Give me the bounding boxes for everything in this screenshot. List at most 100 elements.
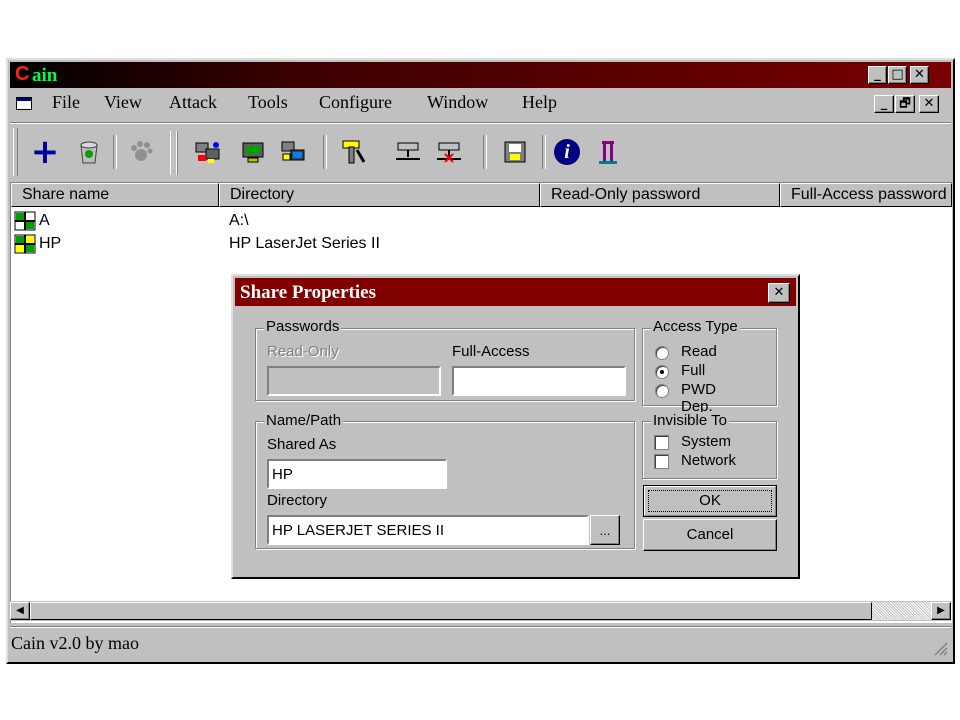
mdi-minimize-button[interactable]: _: [874, 95, 894, 113]
directory-label: Directory: [267, 492, 328, 509]
full-access-label: Full-Access: [452, 343, 530, 360]
info-icon: i: [554, 139, 580, 165]
column-header-full-access-password[interactable]: Full-Access password: [780, 183, 952, 207]
arrow-right-icon: ▶: [937, 605, 945, 616]
close-icon: ✕: [773, 285, 785, 300]
access-type-group-title: Access Type: [651, 318, 740, 335]
resize-grip-icon[interactable]: [932, 640, 948, 656]
computer-icon: [242, 142, 264, 163]
minimize-button[interactable]: _: [868, 66, 887, 84]
ok-button[interactable]: OK: [643, 485, 777, 517]
cancel-label: Cancel: [686, 526, 734, 543]
access-pwd-dep-label: PWD Dep.: [681, 381, 716, 415]
toolbar: + i: [10, 122, 951, 183]
read-only-password-field[interactable]: [267, 366, 441, 396]
export-button[interactable]: [500, 137, 530, 167]
access-read-label: Read: [681, 343, 717, 360]
menu-attack[interactable]: Attack: [169, 92, 217, 113]
cancel-button[interactable]: Cancel: [643, 519, 777, 551]
invisible-system-label: System: [681, 433, 732, 450]
horizontal-scrollbar[interactable]: ◀ ▶: [10, 601, 951, 621]
toolbar-grip: [13, 128, 18, 176]
close-button[interactable]: ✕: [910, 66, 929, 84]
name-path-group-title: Name/Path: [264, 412, 344, 429]
menu-window[interactable]: Window: [427, 92, 488, 113]
dialog-close-button[interactable]: ✕: [768, 283, 790, 303]
document-icon[interactable]: [16, 97, 32, 110]
scroll-left-button[interactable]: ◀: [10, 602, 30, 620]
access-full-label: Full: [681, 362, 706, 379]
close-icon: ✕: [914, 67, 925, 82]
full-access-password-field[interactable]: [452, 366, 626, 396]
dialog-title: Share Properties: [240, 282, 376, 303]
invisible-to-group-title: Invisible To: [651, 412, 729, 429]
about-button[interactable]: i: [552, 137, 582, 167]
network-computers-icon: [195, 142, 220, 163]
floppy-icon: [504, 141, 526, 163]
column-header-share-name[interactable]: Share name: [11, 183, 219, 207]
share-name-cell: A: [39, 212, 50, 229]
menu-configure[interactable]: Configure: [319, 92, 392, 113]
connect-button[interactable]: [393, 137, 423, 167]
directory-cell: HP LaserJet Series II: [229, 235, 380, 252]
menu-window-label: Window: [427, 92, 489, 112]
scroll-track[interactable]: [872, 602, 931, 620]
plus-icon: +: [30, 132, 60, 172]
menu-tools-label: Tools: [248, 92, 288, 112]
menu-view[interactable]: View: [104, 92, 142, 113]
menu-file-label: File: [52, 92, 81, 112]
invisible-network-label: Network: [681, 452, 737, 469]
table-row[interactable]: HP HP LaserJet Series II: [14, 233, 914, 255]
directory-field[interactable]: [267, 515, 589, 545]
shared-as-label: Shared As: [267, 436, 337, 453]
scroll-right-button[interactable]: ▶: [931, 602, 951, 620]
share-icon: [14, 234, 36, 254]
menu-attack-label: Attack: [169, 92, 217, 112]
add-button[interactable]: +: [30, 132, 60, 172]
column-header-label: Full-Access password: [791, 186, 947, 203]
read-only-label: Read-Only: [267, 343, 339, 360]
toolbar-separator: [483, 135, 487, 169]
remove-button[interactable]: [74, 137, 104, 167]
table-row[interactable]: A A:\: [14, 210, 914, 232]
menu-tools[interactable]: Tools: [248, 92, 288, 113]
key-tool-icon: [342, 140, 366, 164]
minimize-icon: _: [874, 67, 881, 82]
column-header-read-only-password[interactable]: Read-Only password: [540, 183, 780, 207]
shares-button[interactable]: [278, 137, 308, 167]
scroll-thumb[interactable]: [30, 602, 872, 620]
status-bar: Cain v2.0 by mao: [10, 626, 951, 661]
menu-help[interactable]: Help: [522, 92, 557, 113]
network-disconnect-icon: [437, 142, 461, 163]
mdi-restore-button[interactable]: 🗗: [895, 95, 915, 113]
menu-bar: File View Attack Tools Configure Window …: [10, 89, 951, 119]
menu-view-label: View: [104, 92, 142, 112]
cracker-button[interactable]: [338, 137, 368, 167]
status-text: Cain v2.0 by mao: [11, 633, 139, 653]
maximize-button[interactable]: □: [888, 66, 907, 84]
sniffer-button[interactable]: [126, 137, 156, 167]
hosts-button[interactable]: [238, 137, 268, 167]
exit-button[interactable]: [593, 137, 623, 167]
paw-icon: [131, 141, 153, 161]
shared-as-field[interactable]: [267, 459, 447, 489]
passwords-group-title: Passwords: [264, 318, 342, 335]
browse-button[interactable]: ...: [590, 515, 620, 545]
toolbar-separator: [323, 135, 327, 169]
menu-configure-label: Configure: [319, 92, 392, 112]
disconnect-button[interactable]: [434, 137, 464, 167]
title-bar[interactable]: C ain _ □ ✕: [10, 62, 951, 88]
toolbar-grip: [170, 131, 178, 175]
column-header-directory[interactable]: Directory: [219, 183, 540, 207]
browse-label: ...: [599, 523, 611, 538]
network-button[interactable]: [193, 137, 223, 167]
menu-help-label: Help: [522, 92, 557, 112]
close-icon: ✕: [923, 96, 935, 111]
dialog-title-bar[interactable]: Share Properties ✕: [235, 278, 796, 306]
menu-file[interactable]: File: [52, 92, 80, 113]
maximize-icon: □: [891, 67, 904, 82]
toolbar-separator: [113, 135, 117, 169]
network-connect-icon: [396, 142, 420, 160]
radio-checked-icon: [655, 365, 669, 379]
mdi-close-button[interactable]: ✕: [919, 95, 939, 113]
